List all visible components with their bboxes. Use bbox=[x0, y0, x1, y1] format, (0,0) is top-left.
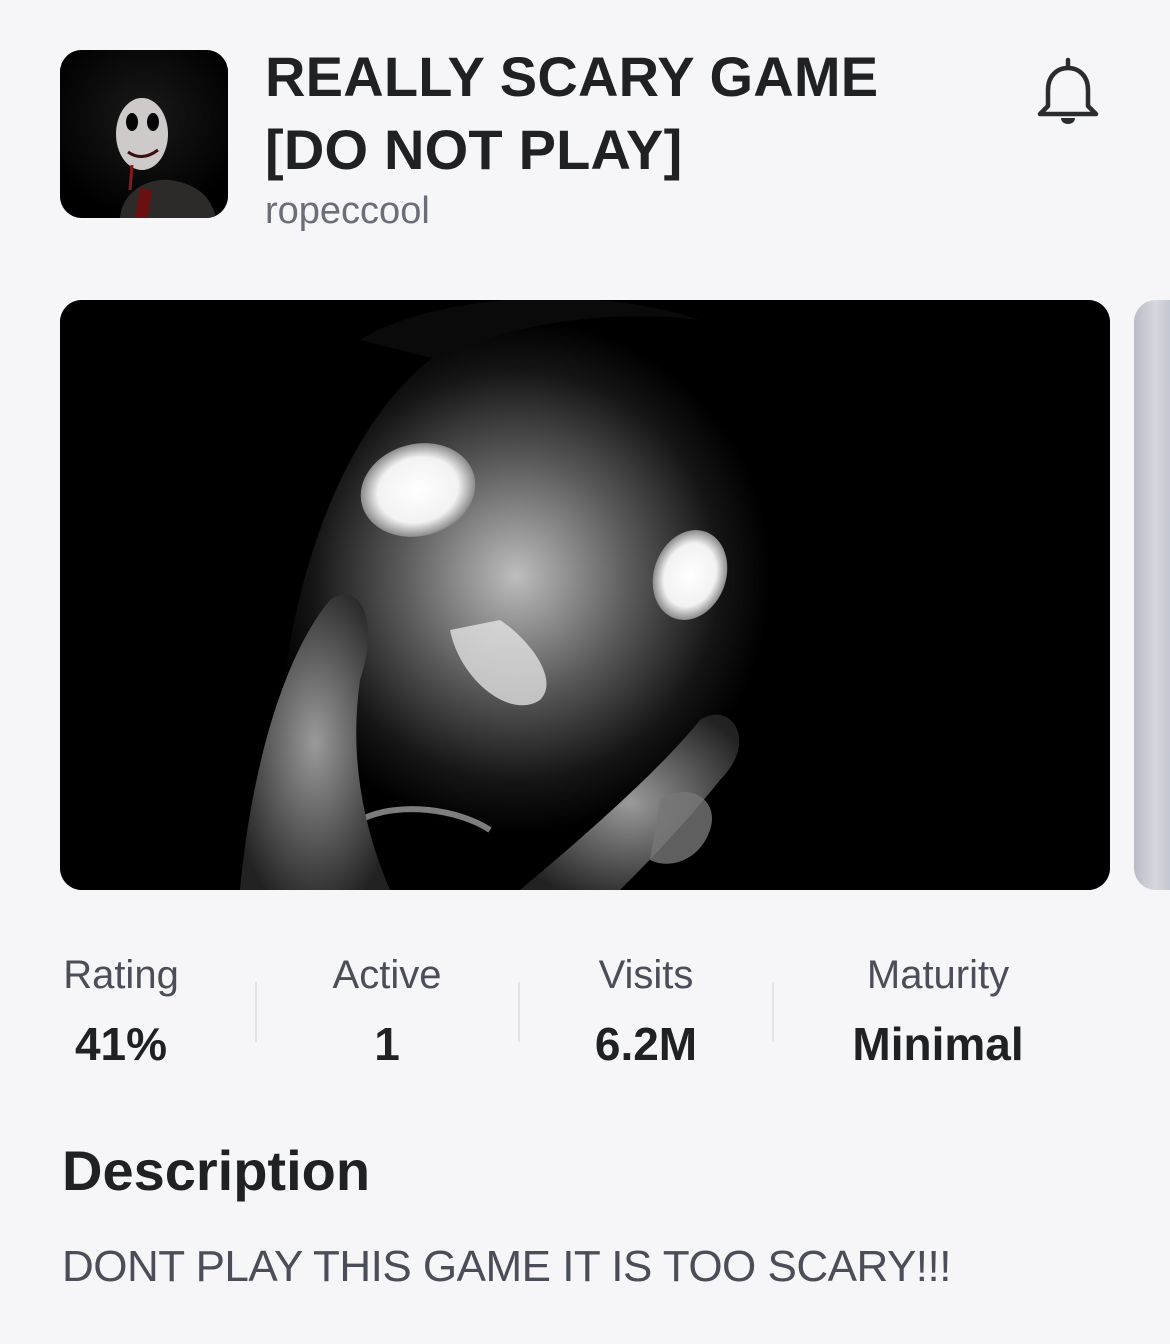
stat-divider bbox=[772, 982, 774, 1042]
stat-divider bbox=[255, 982, 257, 1042]
stat-rating: Rating 41% bbox=[60, 950, 182, 1070]
game-header: REALLY SCARY GAME [DO NOT PLAY] ropeccoo… bbox=[60, 40, 1110, 250]
stat-label: Visits bbox=[598, 953, 694, 997]
creator-name[interactable]: ropeccool bbox=[265, 190, 430, 233]
bell-icon bbox=[1037, 57, 1099, 124]
stat-label: Maturity bbox=[866, 953, 1010, 997]
game-stats: Rating 41% Active 1 Visits 6.2M Maturity… bbox=[0, 950, 1170, 1080]
notify-button[interactable] bbox=[1028, 54, 1108, 134]
stat-value: 1 bbox=[374, 1018, 400, 1070]
stat-value: 41% bbox=[74, 1018, 168, 1070]
stat-active: Active 1 bbox=[310, 950, 464, 1070]
game-icon[interactable] bbox=[60, 50, 228, 218]
game-thumbnail[interactable] bbox=[60, 300, 1110, 890]
description-text: DONT PLAY THIS GAME IT IS TOO SCARY!!! bbox=[62, 1242, 951, 1291]
game-title: REALLY SCARY GAME [DO NOT PLAY] bbox=[265, 45, 879, 181]
stat-label: Rating bbox=[63, 953, 179, 997]
stat-value: Minimal bbox=[852, 1018, 1024, 1070]
stat-value: 6.2M bbox=[594, 1018, 698, 1070]
stat-maturity: Maturity Minimal bbox=[830, 950, 1046, 1070]
next-thumbnail[interactable] bbox=[1134, 300, 1170, 890]
media-carousel[interactable] bbox=[0, 300, 1170, 890]
stat-visits: Visits 6.2M bbox=[576, 950, 716, 1070]
stat-label: Active bbox=[332, 953, 442, 997]
description-heading: Description bbox=[62, 1139, 371, 1202]
stat-divider bbox=[518, 982, 520, 1042]
